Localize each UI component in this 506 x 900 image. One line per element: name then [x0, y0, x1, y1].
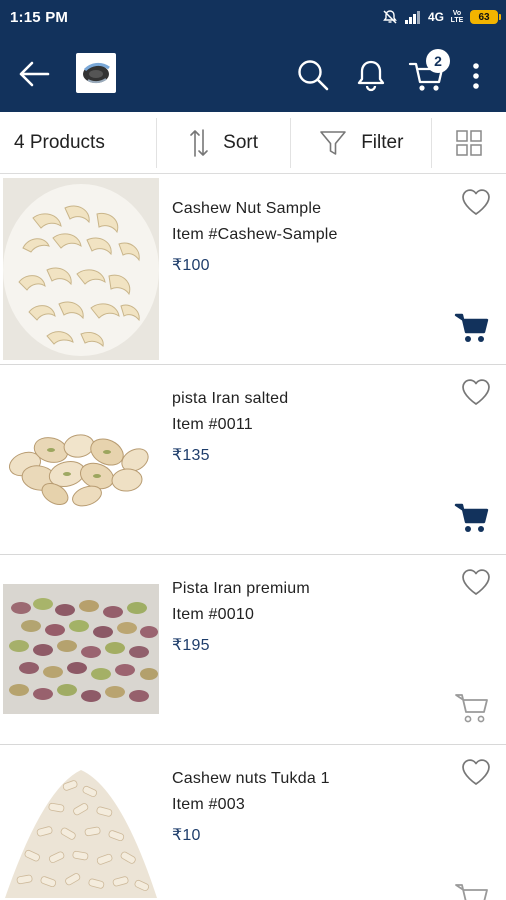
- wishlist-button[interactable]: [460, 377, 494, 409]
- product-name[interactable]: Cashew Nut Sample: [172, 199, 338, 219]
- wishlist-button[interactable]: [460, 757, 494, 789]
- sort-label: Sort: [223, 132, 259, 153]
- status-bar: 1:15 PM 4G Vo LTE 63: [0, 0, 506, 34]
- mute-bell-icon: [383, 10, 397, 24]
- wishlist-button[interactable]: [460, 187, 494, 219]
- back-button[interactable]: [14, 54, 54, 94]
- search-icon: [298, 60, 329, 91]
- add-to-cart-icon: [454, 313, 489, 342]
- product-name[interactable]: Pista Iran premium: [172, 579, 310, 599]
- product-count: 4 Products: [14, 132, 105, 153]
- product-price: ₹135: [172, 447, 210, 464]
- product-image[interactable]: [3, 178, 159, 360]
- filter-icon: [320, 131, 346, 155]
- grid-view-icon: [456, 130, 482, 156]
- product-price: ₹195: [172, 637, 210, 654]
- product-list: Cashew Nut Sample Item #Cashew-Sample ₹1…: [0, 175, 506, 900]
- filter-label: Filter: [361, 132, 404, 153]
- filter-button[interactable]: Filter: [291, 112, 431, 174]
- grid-view-button[interactable]: [432, 112, 506, 174]
- product-sku: Item #0010: [172, 606, 255, 623]
- pistachio-shelled-image: [3, 368, 159, 550]
- status-time: 1:15 PM: [10, 9, 69, 26]
- heart-icon: [462, 189, 490, 215]
- product-info: Cashew nuts Tukda 1 Item #003 ₹10: [172, 769, 330, 845]
- cart-count-badge: 2: [426, 49, 450, 73]
- heart-icon: [462, 379, 490, 405]
- battery-indicator: 63: [470, 10, 501, 24]
- product-info: Pista Iran premium Item #0010 ₹195: [172, 579, 310, 655]
- status-icons: 4G Vo LTE 63: [382, 8, 501, 26]
- store-logo[interactable]: [76, 53, 116, 93]
- notifications-button[interactable]: [350, 54, 392, 96]
- pistachio-kernels-image: [3, 558, 159, 740]
- sort-button[interactable]: Sort: [157, 112, 291, 174]
- add-to-cart-button[interactable]: [454, 691, 492, 727]
- signal-icon: [404, 11, 420, 24]
- product-info: pista Iran salted Item #0011 ₹135: [172, 389, 288, 465]
- add-to-cart-icon: [455, 694, 488, 723]
- product-price: ₹10: [172, 827, 201, 844]
- list-toolbar: 4 Products Sort Filter: [0, 112, 506, 174]
- bell-icon: [357, 60, 385, 92]
- product-image[interactable]: [3, 748, 159, 900]
- add-to-cart-button[interactable]: [454, 501, 492, 537]
- product-card[interactable]: pista Iran salted Item #0011 ₹135: [0, 365, 506, 555]
- cashew-whole-image: [3, 178, 159, 360]
- product-price: ₹100: [172, 257, 210, 274]
- add-to-cart-icon: [454, 503, 489, 532]
- cashew-pieces-image: [3, 748, 159, 900]
- overflow-menu-button[interactable]: [464, 56, 488, 96]
- add-to-cart-button[interactable]: [454, 311, 492, 347]
- product-image[interactable]: [3, 368, 159, 550]
- product-card[interactable]: Cashew nuts Tukda 1 Item #003 ₹10: [0, 745, 506, 900]
- product-sku: Item #003: [172, 796, 245, 813]
- app-bar: 2: [0, 34, 506, 112]
- product-name[interactable]: Cashew nuts Tukda 1: [172, 769, 330, 789]
- product-name[interactable]: pista Iran salted: [172, 389, 288, 409]
- volte-indicator: Vo LTE: [450, 10, 464, 24]
- add-to-cart-icon: [455, 884, 488, 900]
- product-card[interactable]: Cashew Nut Sample Item #Cashew-Sample ₹1…: [0, 175, 506, 365]
- product-sku: Item #0011: [172, 416, 253, 433]
- wishlist-button[interactable]: [460, 567, 494, 599]
- back-arrow-icon: [19, 61, 50, 87]
- heart-icon: [462, 569, 490, 595]
- heart-icon: [462, 759, 490, 785]
- product-card[interactable]: Pista Iran premium Item #0010 ₹195: [0, 555, 506, 745]
- add-to-cart-button[interactable]: [454, 881, 492, 900]
- search-button[interactable]: [292, 54, 334, 96]
- product-info: Cashew Nut Sample Item #Cashew-Sample ₹1…: [172, 199, 338, 275]
- product-image[interactable]: [3, 558, 159, 740]
- store-logo-mark: [83, 62, 110, 84]
- network-type: 4G: [427, 10, 444, 24]
- product-sku: Item #Cashew-Sample: [172, 226, 338, 243]
- more-vert-icon: [473, 63, 479, 89]
- sort-icon: [190, 129, 208, 157]
